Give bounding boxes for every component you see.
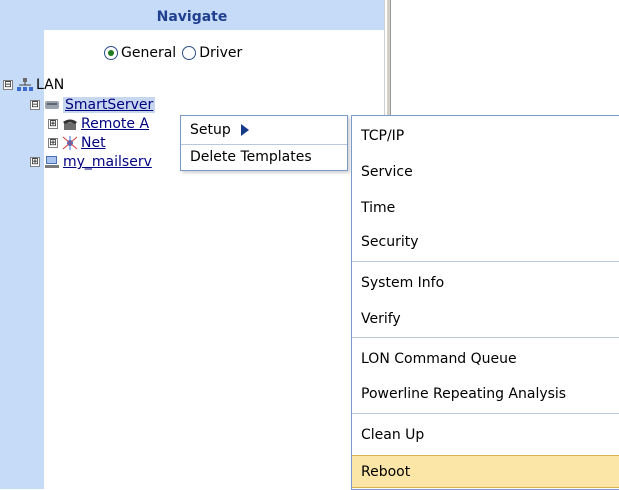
network-lan-icon — [17, 78, 33, 91]
menu-item-setup-label: Setup — [190, 122, 231, 138]
menu-separator — [352, 261, 619, 262]
server-icon — [45, 101, 59, 109]
tree-label-remote[interactable]: Remote A — [81, 116, 149, 132]
expand-icon[interactable]: ⊞ — [48, 138, 58, 148]
submenu-item-label: Security — [361, 234, 419, 250]
tree-item-mailserver[interactable]: ⊞ my_mailserv — [30, 153, 152, 171]
menu-separator — [352, 337, 619, 338]
submenu-item-label: TCP/IP — [361, 128, 405, 144]
submenu-item-time[interactable]: Time — [352, 194, 619, 222]
submenu-item-lon-command-queue[interactable]: LON Command Queue — [352, 345, 619, 373]
submenu-item-service[interactable]: Service — [352, 158, 619, 186]
expand-icon[interactable]: ⊞ — [30, 157, 40, 167]
submenu-item-security[interactable]: Security — [352, 228, 619, 256]
phone-icon — [63, 119, 77, 130]
tree-label-smartserver[interactable]: SmartServer — [63, 97, 156, 113]
radio-driver[interactable]: Driver — [182, 45, 242, 61]
tree-label-lan: LAN — [36, 77, 65, 93]
tree-label-mailserver[interactable]: my_mailserv — [63, 154, 152, 170]
submenu-item-label: Reboot — [361, 463, 411, 480]
expand-icon[interactable]: ⊞ — [48, 119, 58, 129]
collapse-icon[interactable]: ⊟ — [3, 80, 13, 90]
submenu-item-label: System Info — [361, 275, 445, 291]
navigate-panel — [0, 0, 385, 489]
collapse-icon[interactable]: ⊟ — [30, 100, 40, 110]
tree-label-net[interactable]: Net — [81, 135, 106, 151]
radio-driver-circle[interactable] — [182, 46, 197, 60]
network-icon — [62, 136, 78, 150]
submenu-item-label: Powerline Repeating Analysis — [361, 386, 567, 402]
setup-submenu: TCP/IP Service Time Security System Info… — [351, 115, 619, 490]
tree-item-smartserver[interactable]: ⊟ SmartServer — [30, 96, 156, 114]
submenu-item-system-info[interactable]: System Info — [352, 269, 619, 297]
tree-item-net[interactable]: ⊞ Net — [48, 134, 106, 152]
menu-separator — [352, 413, 619, 414]
submenu-item-tcpip[interactable]: TCP/IP — [352, 122, 619, 150]
menu-item-setup[interactable]: Setup — [181, 116, 347, 144]
submenu-arrow-icon — [240, 124, 249, 136]
tree-item-remote[interactable]: ⊞ Remote A — [48, 115, 149, 133]
computer-icon — [45, 156, 59, 168]
submenu-item-powerline-repeating-analysis[interactable]: Powerline Repeating Analysis — [352, 380, 619, 408]
submenu-item-label: Service — [361, 164, 413, 180]
tree-item-lan[interactable]: ⊟ LAN — [3, 76, 64, 94]
navigate-header: Navigate — [0, 0, 384, 30]
radio-general-label: General — [121, 45, 177, 61]
submenu-item-label: Clean Up — [361, 427, 425, 443]
context-menu: Setup Delete Templates — [180, 115, 348, 171]
menu-item-delete-templates[interactable]: Delete Templates — [181, 143, 347, 171]
submenu-item-label: Verify — [361, 311, 401, 327]
radio-general-circle[interactable] — [104, 46, 118, 60]
submenu-item-verify[interactable]: Verify — [352, 305, 619, 333]
view-mode-radio-group: General Driver — [104, 42, 246, 64]
radio-driver-label: Driver — [199, 45, 243, 61]
menu-item-delete-templates-label: Delete Templates — [190, 149, 312, 165]
radio-general[interactable]: General — [104, 45, 176, 61]
submenu-item-reboot[interactable]: Reboot — [352, 455, 619, 488]
submenu-item-label: Time — [361, 200, 396, 216]
submenu-item-label: LON Command Queue — [361, 351, 517, 367]
submenu-item-clean-up[interactable]: Clean Up — [352, 421, 619, 449]
navigate-left-strip — [0, 0, 44, 489]
